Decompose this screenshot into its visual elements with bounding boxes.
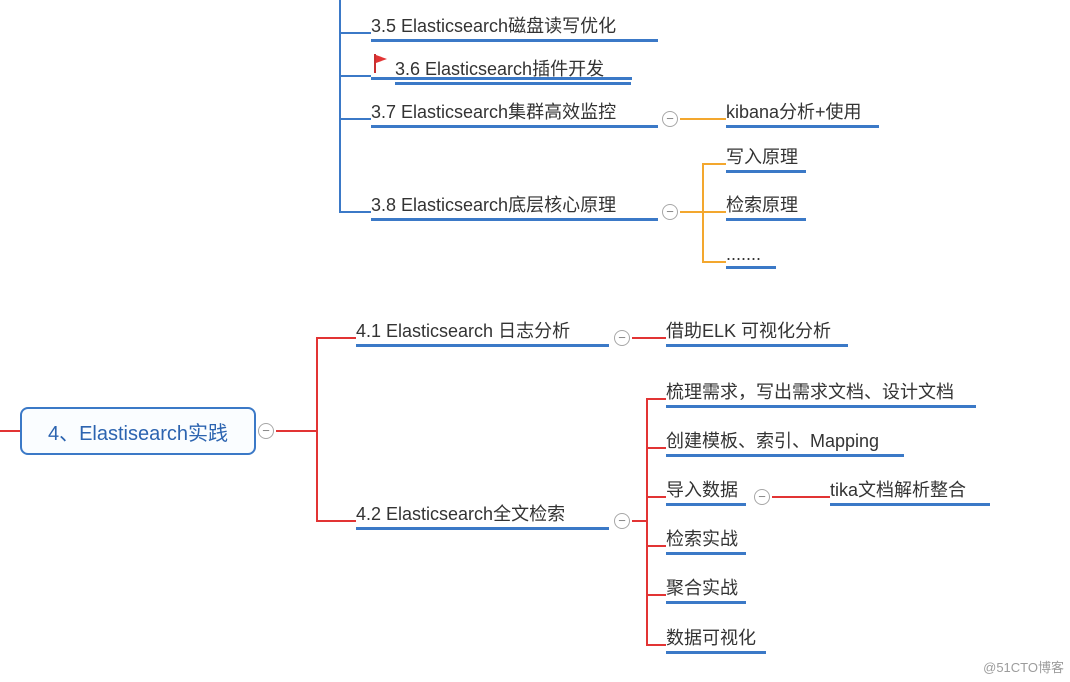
connector <box>0 430 20 432</box>
node-label: 写入原理 <box>726 147 798 167</box>
collapse-toggle[interactable] <box>754 489 770 505</box>
node-3-8-child-3[interactable]: ....... <box>726 244 776 265</box>
node-label: 检索实战 <box>666 529 738 549</box>
node-label: kibana分析+使用 <box>726 102 862 122</box>
connector <box>680 211 702 213</box>
node-3-5[interactable]: 3.5 Elasticsearch磁盘读写优化 <box>371 12 658 38</box>
connector <box>646 644 666 646</box>
node-label: 创建模板、索引、Mapping <box>666 431 879 451</box>
node-label: 3.8 Elasticsearch底层核心原理 <box>371 195 616 215</box>
connector <box>646 594 666 596</box>
node-3-8-child-2[interactable]: 检索原理 <box>726 191 806 217</box>
connector <box>339 32 371 34</box>
connector <box>316 337 356 339</box>
connector <box>632 520 646 522</box>
connector <box>339 75 371 77</box>
node-label: 3.6 Elasticsearch插件开发 <box>395 59 604 79</box>
connector <box>646 545 666 547</box>
node-4-2-child-1[interactable]: 梳理需求，写出需求文档、设计文档 <box>666 378 976 404</box>
watermark: @51CTO博客 <box>983 657 1064 676</box>
node-label: 3.5 Elasticsearch磁盘读写优化 <box>371 16 616 36</box>
node-label: tika文档解析整合 <box>830 480 966 500</box>
connector <box>371 77 632 80</box>
node-label: 4.2 Elasticsearch全文检索 <box>356 504 565 524</box>
node-label: ....... <box>726 244 761 264</box>
node-4-2-child-2[interactable]: 创建模板、索引、Mapping <box>666 427 904 453</box>
node-label: 4.1 Elasticsearch 日志分析 <box>356 321 570 341</box>
connector <box>702 163 704 263</box>
connector <box>339 211 371 213</box>
node-label: 导入数据 <box>666 480 738 500</box>
mindmap-canvas: 4、Elastisearch实践 3.5 Elasticsearch磁盘读写优化… <box>0 0 1070 682</box>
collapse-toggle[interactable] <box>662 111 678 127</box>
collapse-toggle[interactable] <box>662 204 678 220</box>
connector <box>632 337 666 339</box>
connector <box>646 398 648 646</box>
node-label: 数据可视化 <box>666 628 756 648</box>
collapse-toggle[interactable] <box>614 330 630 346</box>
collapse-toggle[interactable] <box>614 513 630 529</box>
node-4-2-child-4[interactable]: 检索实战 <box>666 525 746 551</box>
node-label: 聚合实战 <box>666 578 738 598</box>
connector <box>702 261 726 263</box>
connector <box>316 520 356 522</box>
connector <box>646 447 666 449</box>
node-4-2-child-3[interactable]: 导入数据 <box>666 476 746 502</box>
connector <box>646 398 666 400</box>
node-4-1-child[interactable]: 借助ELK 可视化分析 <box>666 317 848 343</box>
node-label: 梳理需求，写出需求文档、设计文档 <box>666 382 954 402</box>
root-node[interactable]: 4、Elastisearch实践 <box>20 407 256 455</box>
connector <box>702 163 726 165</box>
node-3-8-child-1[interactable]: 写入原理 <box>726 143 806 169</box>
connector <box>772 496 830 498</box>
node-label: 检索原理 <box>726 195 798 215</box>
node-4-2-child-6[interactable]: 数据可视化 <box>666 624 766 650</box>
node-4-2-child-5[interactable]: 聚合实战 <box>666 574 746 600</box>
node-4-2-child-3-sub[interactable]: tika文档解析整合 <box>830 476 990 502</box>
node-4-1[interactable]: 4.1 Elasticsearch 日志分析 <box>356 317 609 343</box>
connector <box>276 430 316 432</box>
connector <box>702 211 726 213</box>
connector <box>316 337 318 522</box>
node-3-8[interactable]: 3.8 Elasticsearch底层核心原理 <box>371 191 658 217</box>
collapse-toggle[interactable] <box>258 423 274 439</box>
connector <box>339 118 371 120</box>
connector <box>646 496 666 498</box>
node-3-7[interactable]: 3.7 Elasticsearch集群高效监控 <box>371 98 658 124</box>
node-label: 借助ELK 可视化分析 <box>666 321 831 341</box>
node-3-7-child[interactable]: kibana分析+使用 <box>726 98 879 124</box>
root-label: 4、Elastisearch实践 <box>48 417 228 446</box>
node-4-2[interactable]: 4.2 Elasticsearch全文检索 <box>356 500 609 526</box>
node-label: 3.7 Elasticsearch集群高效监控 <box>371 102 616 122</box>
connector <box>680 118 726 120</box>
